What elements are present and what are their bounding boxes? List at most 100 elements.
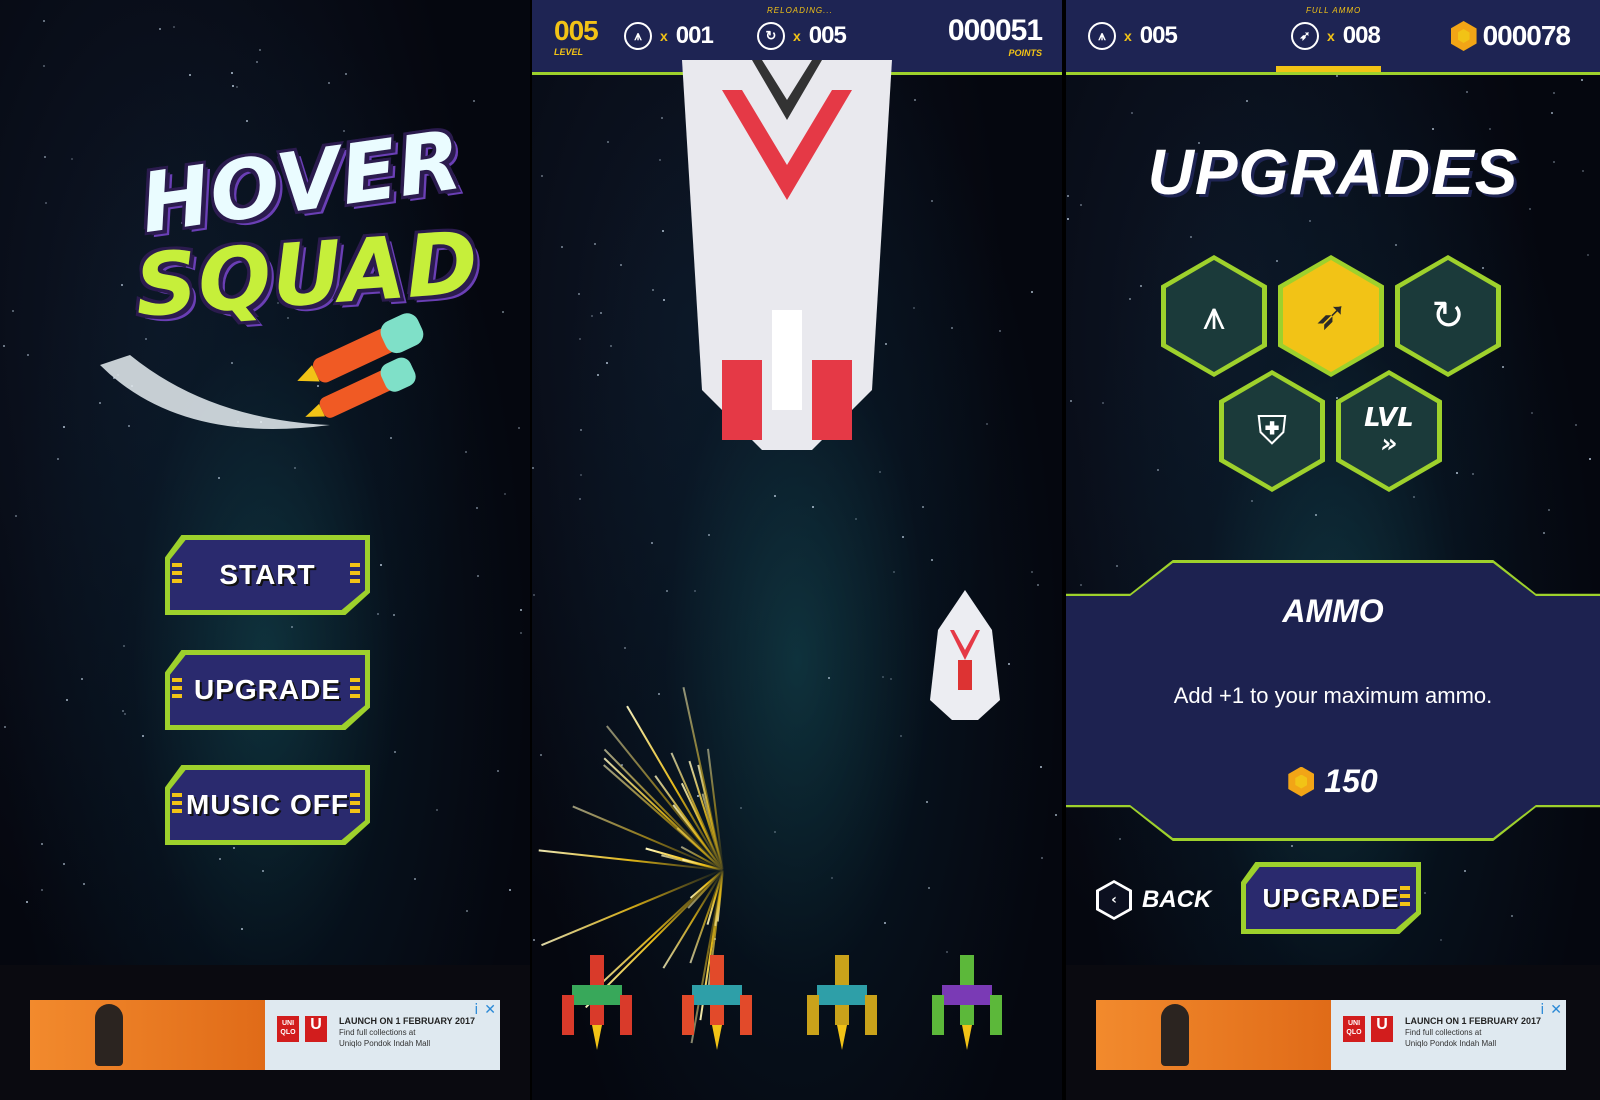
star xyxy=(259,49,261,51)
star xyxy=(999,330,1001,332)
upgrade-hud: ⩚ x 005 FULL AMMO ➶ x 008 000078 xyxy=(1066,0,1600,75)
level-skip-label: LVL xyxy=(1364,403,1414,433)
bullets-icon: ➶ xyxy=(1314,293,1348,339)
upgrade-level-hex[interactable]: LVL » xyxy=(1336,370,1442,492)
ships-multiplier: x xyxy=(1124,28,1132,44)
star xyxy=(1031,291,1033,293)
star xyxy=(504,493,506,495)
star xyxy=(624,647,626,649)
star xyxy=(893,571,895,573)
star xyxy=(189,74,191,76)
gameplay-screen: 005 LEVEL ⩚ x 001 RELOADING... ↻ x 005 0… xyxy=(532,0,1062,1100)
music-toggle-button[interactable]: MUSIC OFF xyxy=(170,770,365,840)
star xyxy=(1070,400,1072,402)
upgrade-reload-hex[interactable]: ↻ xyxy=(1395,255,1501,377)
upgrade-ammo-hex[interactable]: ➶ xyxy=(1278,255,1384,377)
coin-icon xyxy=(1288,766,1315,797)
ad-close-icon[interactable]: ✕ xyxy=(1550,1002,1562,1018)
star xyxy=(579,338,581,340)
upgrade-menu-button[interactable]: UPGRADE xyxy=(170,655,365,725)
ad-info-icon[interactable]: i xyxy=(1540,1002,1544,1018)
star xyxy=(663,299,665,301)
star xyxy=(600,312,602,314)
ad-headline: LAUNCH ON 1 FEBRUARY 2017 xyxy=(1405,1016,1542,1026)
star xyxy=(123,645,125,647)
star xyxy=(41,843,43,845)
upgrade-buy-button[interactable]: UPGRADE xyxy=(1246,867,1416,929)
upgrade-cost-value: 150 xyxy=(1324,763,1378,799)
star xyxy=(466,910,468,912)
ammo-multiplier: x xyxy=(793,28,801,44)
music-stripes-left xyxy=(172,793,182,817)
star xyxy=(12,310,14,312)
start-button[interactable]: START xyxy=(170,540,365,610)
ammo-count: 008 xyxy=(1342,22,1381,49)
star xyxy=(1502,366,1504,368)
uniqlo-logo: UNI QLO xyxy=(1343,1016,1365,1042)
star xyxy=(900,735,902,737)
star xyxy=(1511,915,1513,917)
ad-bar: UNI QLO U LAUNCH ON 1 FEBRUARY 2017 Find… xyxy=(0,965,530,1100)
player-ship-orange xyxy=(682,955,752,1050)
star xyxy=(1413,496,1415,498)
spark xyxy=(541,869,724,947)
star xyxy=(159,28,161,30)
upgrade-stripes-right xyxy=(1400,886,1410,910)
ammo-reload-icon: ↻ xyxy=(757,22,785,50)
star xyxy=(477,575,479,577)
star xyxy=(1587,254,1589,256)
star xyxy=(1531,412,1533,414)
shield-icon: ⛨ xyxy=(1257,408,1287,454)
upgrade-squad-hex[interactable]: ⩚ xyxy=(1161,255,1267,377)
star xyxy=(922,506,924,508)
star xyxy=(926,801,928,803)
back-button-label: BACK xyxy=(1142,886,1212,913)
star xyxy=(262,870,264,872)
ad-close-icon[interactable]: ✕ xyxy=(484,1002,496,1018)
enemy-ship xyxy=(930,590,1000,720)
star xyxy=(63,426,65,428)
star xyxy=(4,726,6,728)
star xyxy=(124,713,126,715)
star xyxy=(232,85,234,87)
star xyxy=(476,507,478,509)
music-toggle-label: MUSIC OFF xyxy=(186,789,349,820)
ad-headline: LAUNCH ON 1 FEBRUARY 2017 xyxy=(339,1016,476,1026)
points-label: POINTS xyxy=(1008,48,1042,58)
ad-line2: Uniqlo Pondok Indah Mall xyxy=(1405,1039,1497,1048)
star xyxy=(41,889,43,891)
logo-ship-icon xyxy=(297,313,424,418)
star xyxy=(540,754,542,756)
star xyxy=(1067,218,1069,220)
star xyxy=(122,710,124,712)
upgrade-menu-button-label: UPGRADE xyxy=(193,674,341,705)
star xyxy=(928,887,930,889)
star xyxy=(659,159,661,161)
star xyxy=(45,202,47,204)
star xyxy=(1456,472,1458,474)
ships-count: 001 xyxy=(675,22,714,49)
star xyxy=(3,345,5,347)
star xyxy=(882,676,884,678)
star xyxy=(256,61,258,63)
star xyxy=(666,590,668,592)
ad-banner[interactable]: UNI QLO U LAUNCH ON 1 FEBRUARY 2017 Find… xyxy=(1096,1000,1566,1070)
upgrades-title: UPGRADES xyxy=(1147,136,1519,208)
star xyxy=(465,451,467,453)
back-button[interactable]: ‹ BACK xyxy=(1096,880,1211,920)
upgrade-info-description: Add +1 to your maximum ammo. xyxy=(1173,683,1493,708)
music-stripes-right xyxy=(350,793,360,817)
ammo-multiplier: x xyxy=(1327,28,1335,44)
star xyxy=(1575,424,1577,426)
star xyxy=(708,534,710,536)
ad-info-icon[interactable]: i xyxy=(474,1002,478,1018)
upgrade-stripes-right xyxy=(350,678,360,702)
star xyxy=(509,889,511,891)
upgrade-shield-hex[interactable]: ⛨ xyxy=(1219,370,1325,492)
uniqlo-u-logo: U xyxy=(305,1016,327,1042)
ad-banner[interactable]: UNI QLO U LAUNCH ON 1 FEBRUARY 2017 Find… xyxy=(30,1000,500,1070)
star xyxy=(81,678,83,680)
star xyxy=(1040,766,1042,768)
star xyxy=(1548,509,1550,511)
star xyxy=(831,877,833,879)
